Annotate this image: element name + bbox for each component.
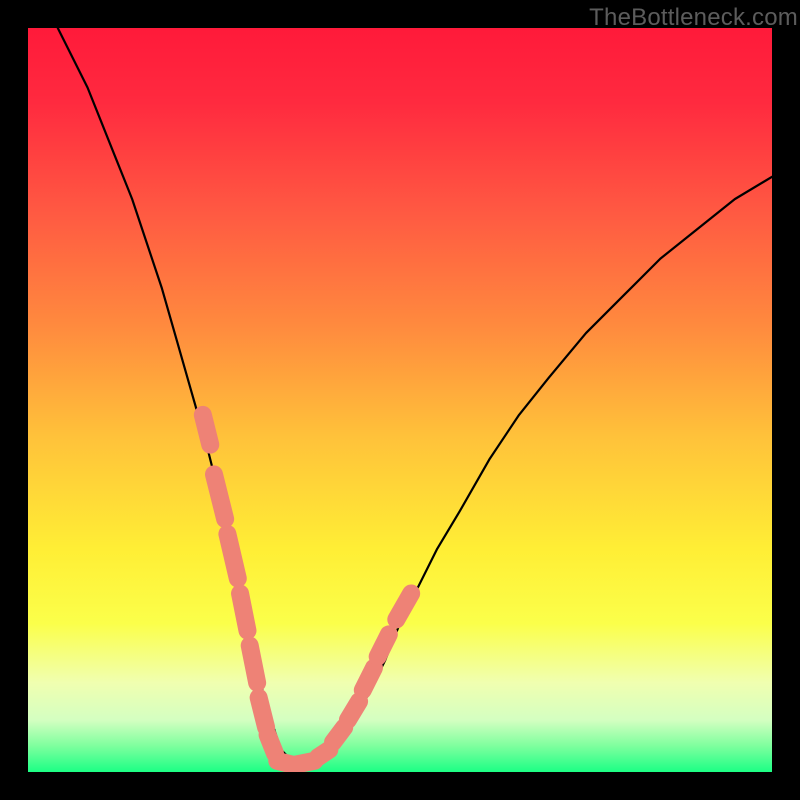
watermark-text: TheBottleneck.com xyxy=(589,4,798,32)
marker-dash xyxy=(214,474,225,519)
marker-dash xyxy=(240,593,247,630)
marker-dash xyxy=(333,727,344,742)
marker-dash xyxy=(318,750,329,757)
marker-dash xyxy=(363,668,374,690)
marker-dash xyxy=(268,735,275,754)
marker-dash xyxy=(203,415,210,445)
gradient-background xyxy=(28,28,772,772)
marker-dash xyxy=(250,646,257,683)
marker-dash xyxy=(227,534,237,579)
chart-svg xyxy=(28,28,772,772)
marker-dash xyxy=(348,701,359,720)
marker-dash xyxy=(378,634,389,656)
marker-dash xyxy=(259,698,266,728)
chart-frame xyxy=(28,28,772,772)
